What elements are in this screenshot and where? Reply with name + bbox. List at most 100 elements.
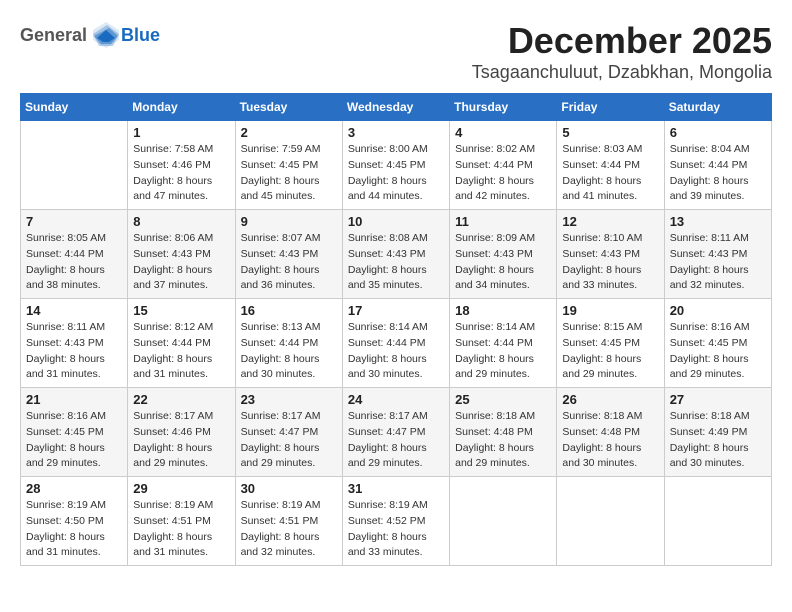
day-info: Sunrise: 8:14 AMSunset: 4:44 PMDaylight:… — [348, 320, 444, 383]
day-cell — [450, 477, 557, 566]
weekday-tuesday: Tuesday — [235, 94, 342, 121]
day-number: 18 — [455, 303, 551, 318]
logo-general: General — [20, 25, 87, 46]
day-number: 16 — [241, 303, 337, 318]
day-info: Sunrise: 8:19 AMSunset: 4:51 PMDaylight:… — [241, 498, 337, 561]
day-number: 30 — [241, 481, 337, 496]
day-cell: 7Sunrise: 8:05 AMSunset: 4:44 PMDaylight… — [21, 210, 128, 299]
day-info: Sunrise: 8:16 AMSunset: 4:45 PMDaylight:… — [26, 409, 122, 472]
day-cell: 15 Sunrise: 8:12 AMSunset: 4:44 PMDayligh… — [128, 299, 235, 388]
week-row-1: 1 Sunrise: 7:58 AMSunset: 4:46 PMDaylight… — [21, 121, 772, 210]
day-info: Sunrise: 8:18 AMSunset: 4:49 PMDaylight:… — [670, 409, 766, 472]
week-row-3: 14 Sunrise: 8:11 AMSunset: 4:43 PMDayligh… — [21, 299, 772, 388]
title-section: December 2025 Tsagaanchuluut, Dzabkhan, … — [472, 20, 772, 83]
day-number: 25 — [455, 392, 551, 407]
weekday-monday: Monday — [128, 94, 235, 121]
day-number: 10 — [348, 214, 444, 229]
weekday-sunday: Sunday — [21, 94, 128, 121]
day-cell: 5 Sunrise: 8:03 AMSunset: 4:44 PMDaylight… — [557, 121, 664, 210]
day-number: 23 — [241, 392, 337, 407]
day-cell: 13 Sunrise: 8:11 AMSunset: 4:43 PMDayligh… — [664, 210, 771, 299]
day-cell: 6 Sunrise: 8:04 AMSunset: 4:44 PMDaylight… — [664, 121, 771, 210]
logo-blue: Blue — [121, 25, 160, 46]
day-number: 31 — [348, 481, 444, 496]
day-info: Sunrise: 8:09 AMSunset: 4:43 PMDaylight:… — [455, 231, 551, 294]
day-info: Sunrise: 8:19 AMSunset: 4:52 PMDaylight:… — [348, 498, 444, 561]
day-number: 11 — [455, 214, 551, 229]
day-number: 6 — [670, 125, 766, 140]
day-number: 1 — [133, 125, 229, 140]
day-cell: 10 Sunrise: 8:08 AMSunset: 4:43 PMDayligh… — [342, 210, 449, 299]
location-title: Tsagaanchuluut, Dzabkhan, Mongolia — [472, 62, 772, 83]
weekday-saturday: Saturday — [664, 94, 771, 121]
day-info: Sunrise: 8:19 AMSunset: 4:51 PMDaylight:… — [133, 498, 229, 561]
day-cell: 8 Sunrise: 8:06 AMSunset: 4:43 PMDaylight… — [128, 210, 235, 299]
calendar-body: 1 Sunrise: 7:58 AMSunset: 4:46 PMDaylight… — [21, 121, 772, 566]
day-cell: 17 Sunrise: 8:14 AMSunset: 4:44 PMDayligh… — [342, 299, 449, 388]
logo: General Blue — [20, 20, 160, 50]
day-number: 24 — [348, 392, 444, 407]
day-info: Sunrise: 8:14 AMSunset: 4:44 PMDaylight:… — [455, 320, 551, 383]
day-cell: 29 Sunrise: 8:19 AMSunset: 4:51 PMDayligh… — [128, 477, 235, 566]
day-number: 4 — [455, 125, 551, 140]
day-number: 17 — [348, 303, 444, 318]
day-cell: 3 Sunrise: 8:00 AMSunset: 4:45 PMDaylight… — [342, 121, 449, 210]
day-info: Sunrise: 8:04 AMSunset: 4:44 PMDaylight:… — [670, 142, 766, 205]
day-info: Sunrise: 8:18 AMSunset: 4:48 PMDaylight:… — [562, 409, 658, 472]
day-cell: 27 Sunrise: 8:18 AMSunset: 4:49 PMDayligh… — [664, 388, 771, 477]
day-number: 20 — [670, 303, 766, 318]
day-number: 14 — [26, 303, 122, 318]
day-number: 29 — [133, 481, 229, 496]
weekday-friday: Friday — [557, 94, 664, 121]
weekday-header: SundayMondayTuesdayWednesdayThursdayFrid… — [21, 94, 772, 121]
day-info: Sunrise: 8:10 AMSunset: 4:43 PMDaylight:… — [562, 231, 658, 294]
day-number: 26 — [562, 392, 658, 407]
day-info: Sunrise: 8:11 AMSunset: 4:43 PMDaylight:… — [670, 231, 766, 294]
day-info: Sunrise: 8:17 AMSunset: 4:47 PMDaylight:… — [241, 409, 337, 472]
day-number: 15 — [133, 303, 229, 318]
day-info: Sunrise: 8:15 AMSunset: 4:45 PMDaylight:… — [562, 320, 658, 383]
day-info: Sunrise: 8:06 AMSunset: 4:43 PMDaylight:… — [133, 231, 229, 294]
day-number: 9 — [241, 214, 337, 229]
day-cell: 9 Sunrise: 8:07 AMSunset: 4:43 PMDaylight… — [235, 210, 342, 299]
day-info: Sunrise: 8:19 AMSunset: 4:50 PMDaylight:… — [26, 498, 122, 561]
day-number: 22 — [133, 392, 229, 407]
day-number: 8 — [133, 214, 229, 229]
weekday-thursday: Thursday — [450, 94, 557, 121]
week-row-5: 28Sunrise: 8:19 AMSunset: 4:50 PMDayligh… — [21, 477, 772, 566]
day-number: 2 — [241, 125, 337, 140]
day-info: Sunrise: 8:17 AMSunset: 4:46 PMDaylight:… — [133, 409, 229, 472]
logo-icon — [91, 20, 121, 50]
month-title: December 2025 — [472, 20, 772, 62]
day-number: 27 — [670, 392, 766, 407]
day-number: 12 — [562, 214, 658, 229]
day-info: Sunrise: 7:59 AMSunset: 4:45 PMDaylight:… — [241, 142, 337, 205]
day-cell: 24 Sunrise: 8:17 AMSunset: 4:47 PMDayligh… — [342, 388, 449, 477]
day-info: Sunrise: 8:11 AMSunset: 4:43 PMDaylight:… — [26, 320, 122, 383]
day-cell: 20 Sunrise: 8:16 AMSunset: 4:45 PMDayligh… — [664, 299, 771, 388]
day-cell: 28Sunrise: 8:19 AMSunset: 4:50 PMDayligh… — [21, 477, 128, 566]
day-number: 19 — [562, 303, 658, 318]
day-info: Sunrise: 8:03 AMSunset: 4:44 PMDaylight:… — [562, 142, 658, 205]
day-info: Sunrise: 8:13 AMSunset: 4:44 PMDaylight:… — [241, 320, 337, 383]
day-info: Sunrise: 8:08 AMSunset: 4:43 PMDaylight:… — [348, 231, 444, 294]
day-info: Sunrise: 8:07 AMSunset: 4:43 PMDaylight:… — [241, 231, 337, 294]
day-cell: 26 Sunrise: 8:18 AMSunset: 4:48 PMDayligh… — [557, 388, 664, 477]
day-cell: 31 Sunrise: 8:19 AMSunset: 4:52 PMDayligh… — [342, 477, 449, 566]
weekday-wednesday: Wednesday — [342, 94, 449, 121]
day-info: Sunrise: 8:16 AMSunset: 4:45 PMDaylight:… — [670, 320, 766, 383]
day-number: 5 — [562, 125, 658, 140]
day-number: 13 — [670, 214, 766, 229]
day-info: Sunrise: 8:02 AMSunset: 4:44 PMDaylight:… — [455, 142, 551, 205]
day-info: Sunrise: 7:58 AMSunset: 4:46 PMDaylight:… — [133, 142, 229, 205]
day-number: 3 — [348, 125, 444, 140]
day-cell: 18 Sunrise: 8:14 AMSunset: 4:44 PMDayligh… — [450, 299, 557, 388]
day-info: Sunrise: 8:17 AMSunset: 4:47 PMDaylight:… — [348, 409, 444, 472]
day-cell: 23 Sunrise: 8:17 AMSunset: 4:47 PMDayligh… — [235, 388, 342, 477]
day-info: Sunrise: 8:00 AMSunset: 4:45 PMDaylight:… — [348, 142, 444, 205]
day-cell: 2 Sunrise: 7:59 AMSunset: 4:45 PMDaylight… — [235, 121, 342, 210]
day-info: Sunrise: 8:12 AMSunset: 4:44 PMDaylight:… — [133, 320, 229, 383]
day-cell: 30 Sunrise: 8:19 AMSunset: 4:51 PMDayligh… — [235, 477, 342, 566]
day-cell — [21, 121, 128, 210]
day-info: Sunrise: 8:18 AMSunset: 4:48 PMDaylight:… — [455, 409, 551, 472]
